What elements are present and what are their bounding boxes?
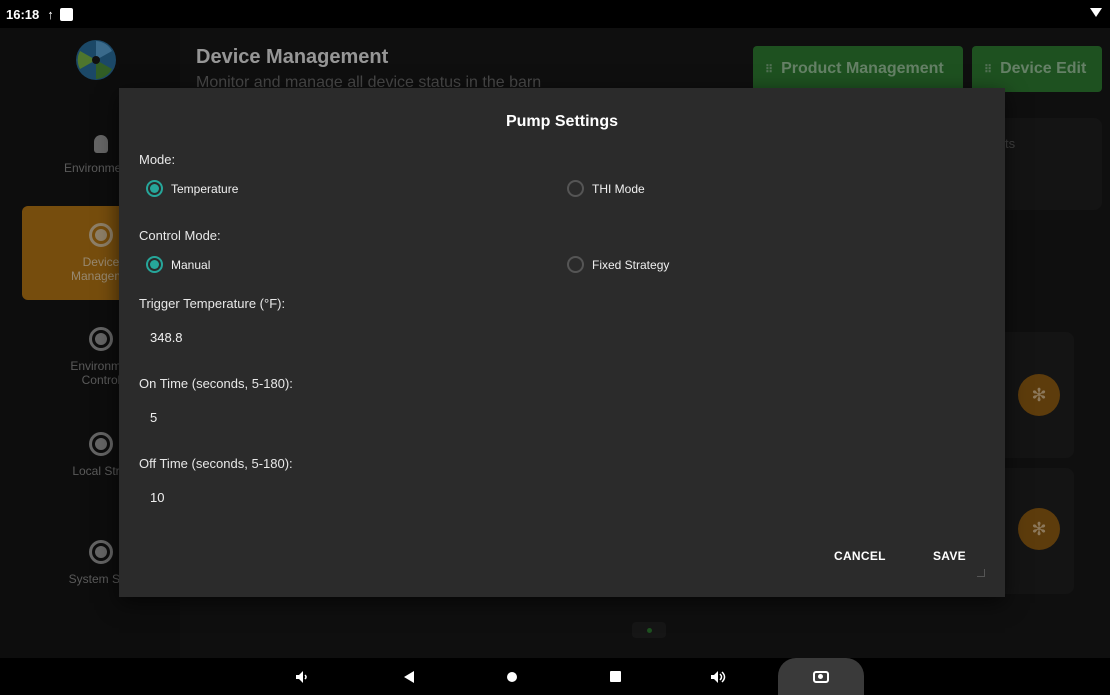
radio-checked-icon: [146, 180, 163, 197]
off-time-label: Off Time (seconds, 5-180):: [139, 456, 293, 471]
dialog-title: Pump Settings: [505, 113, 618, 130]
wifi-icon: [1090, 8, 1102, 17]
radio-unchecked-icon: [567, 180, 584, 197]
mode-label: Mode:: [139, 152, 176, 167]
off-time-input[interactable]: 10: [150, 490, 164, 505]
recents-icon[interactable]: [603, 658, 627, 695]
resize-handle-icon: [977, 569, 985, 577]
on-time-label: On Time (seconds, 5-180):: [139, 376, 293, 391]
radio-thi-mode[interactable]: THI Mode: [567, 180, 645, 197]
radio-label: Temperature: [171, 181, 239, 196]
cancel-button[interactable]: CANCEL: [834, 549, 886, 563]
radio-manual[interactable]: Manual: [146, 256, 210, 273]
navigation-bar: [0, 658, 1110, 695]
radio-label: THI Mode: [592, 181, 645, 196]
back-icon[interactable]: [397, 658, 421, 695]
trigger-temperature-label: Trigger Temperature (°F):: [139, 296, 286, 311]
pump-settings-dialog: Pump Settings Mode: Temperature THI Mode…: [119, 88, 1005, 597]
trigger-temperature-input[interactable]: 348.8: [150, 330, 183, 345]
home-icon[interactable]: [500, 658, 524, 695]
radio-temperature[interactable]: Temperature: [146, 180, 238, 197]
status-bar: 16:18 ↑: [0, 0, 1110, 28]
on-time-input[interactable]: 5: [150, 410, 157, 425]
screenshot-icon[interactable]: [778, 658, 864, 695]
control-mode-label: Control Mode:: [139, 228, 221, 243]
radio-fixed-strategy[interactable]: Fixed Strategy: [567, 256, 669, 273]
save-button[interactable]: SAVE: [933, 549, 966, 563]
status-time: 16:18: [6, 6, 40, 22]
radio-checked-icon: [146, 256, 163, 273]
volume-down-icon[interactable]: [290, 658, 314, 695]
radio-label: Fixed Strategy: [592, 257, 670, 272]
volume-up-icon[interactable]: [706, 658, 732, 695]
radio-label: Manual: [171, 257, 211, 272]
radio-unchecked-icon: [567, 256, 584, 273]
upload-icon: ↑: [47, 6, 54, 22]
notification-icon: [59, 7, 73, 21]
